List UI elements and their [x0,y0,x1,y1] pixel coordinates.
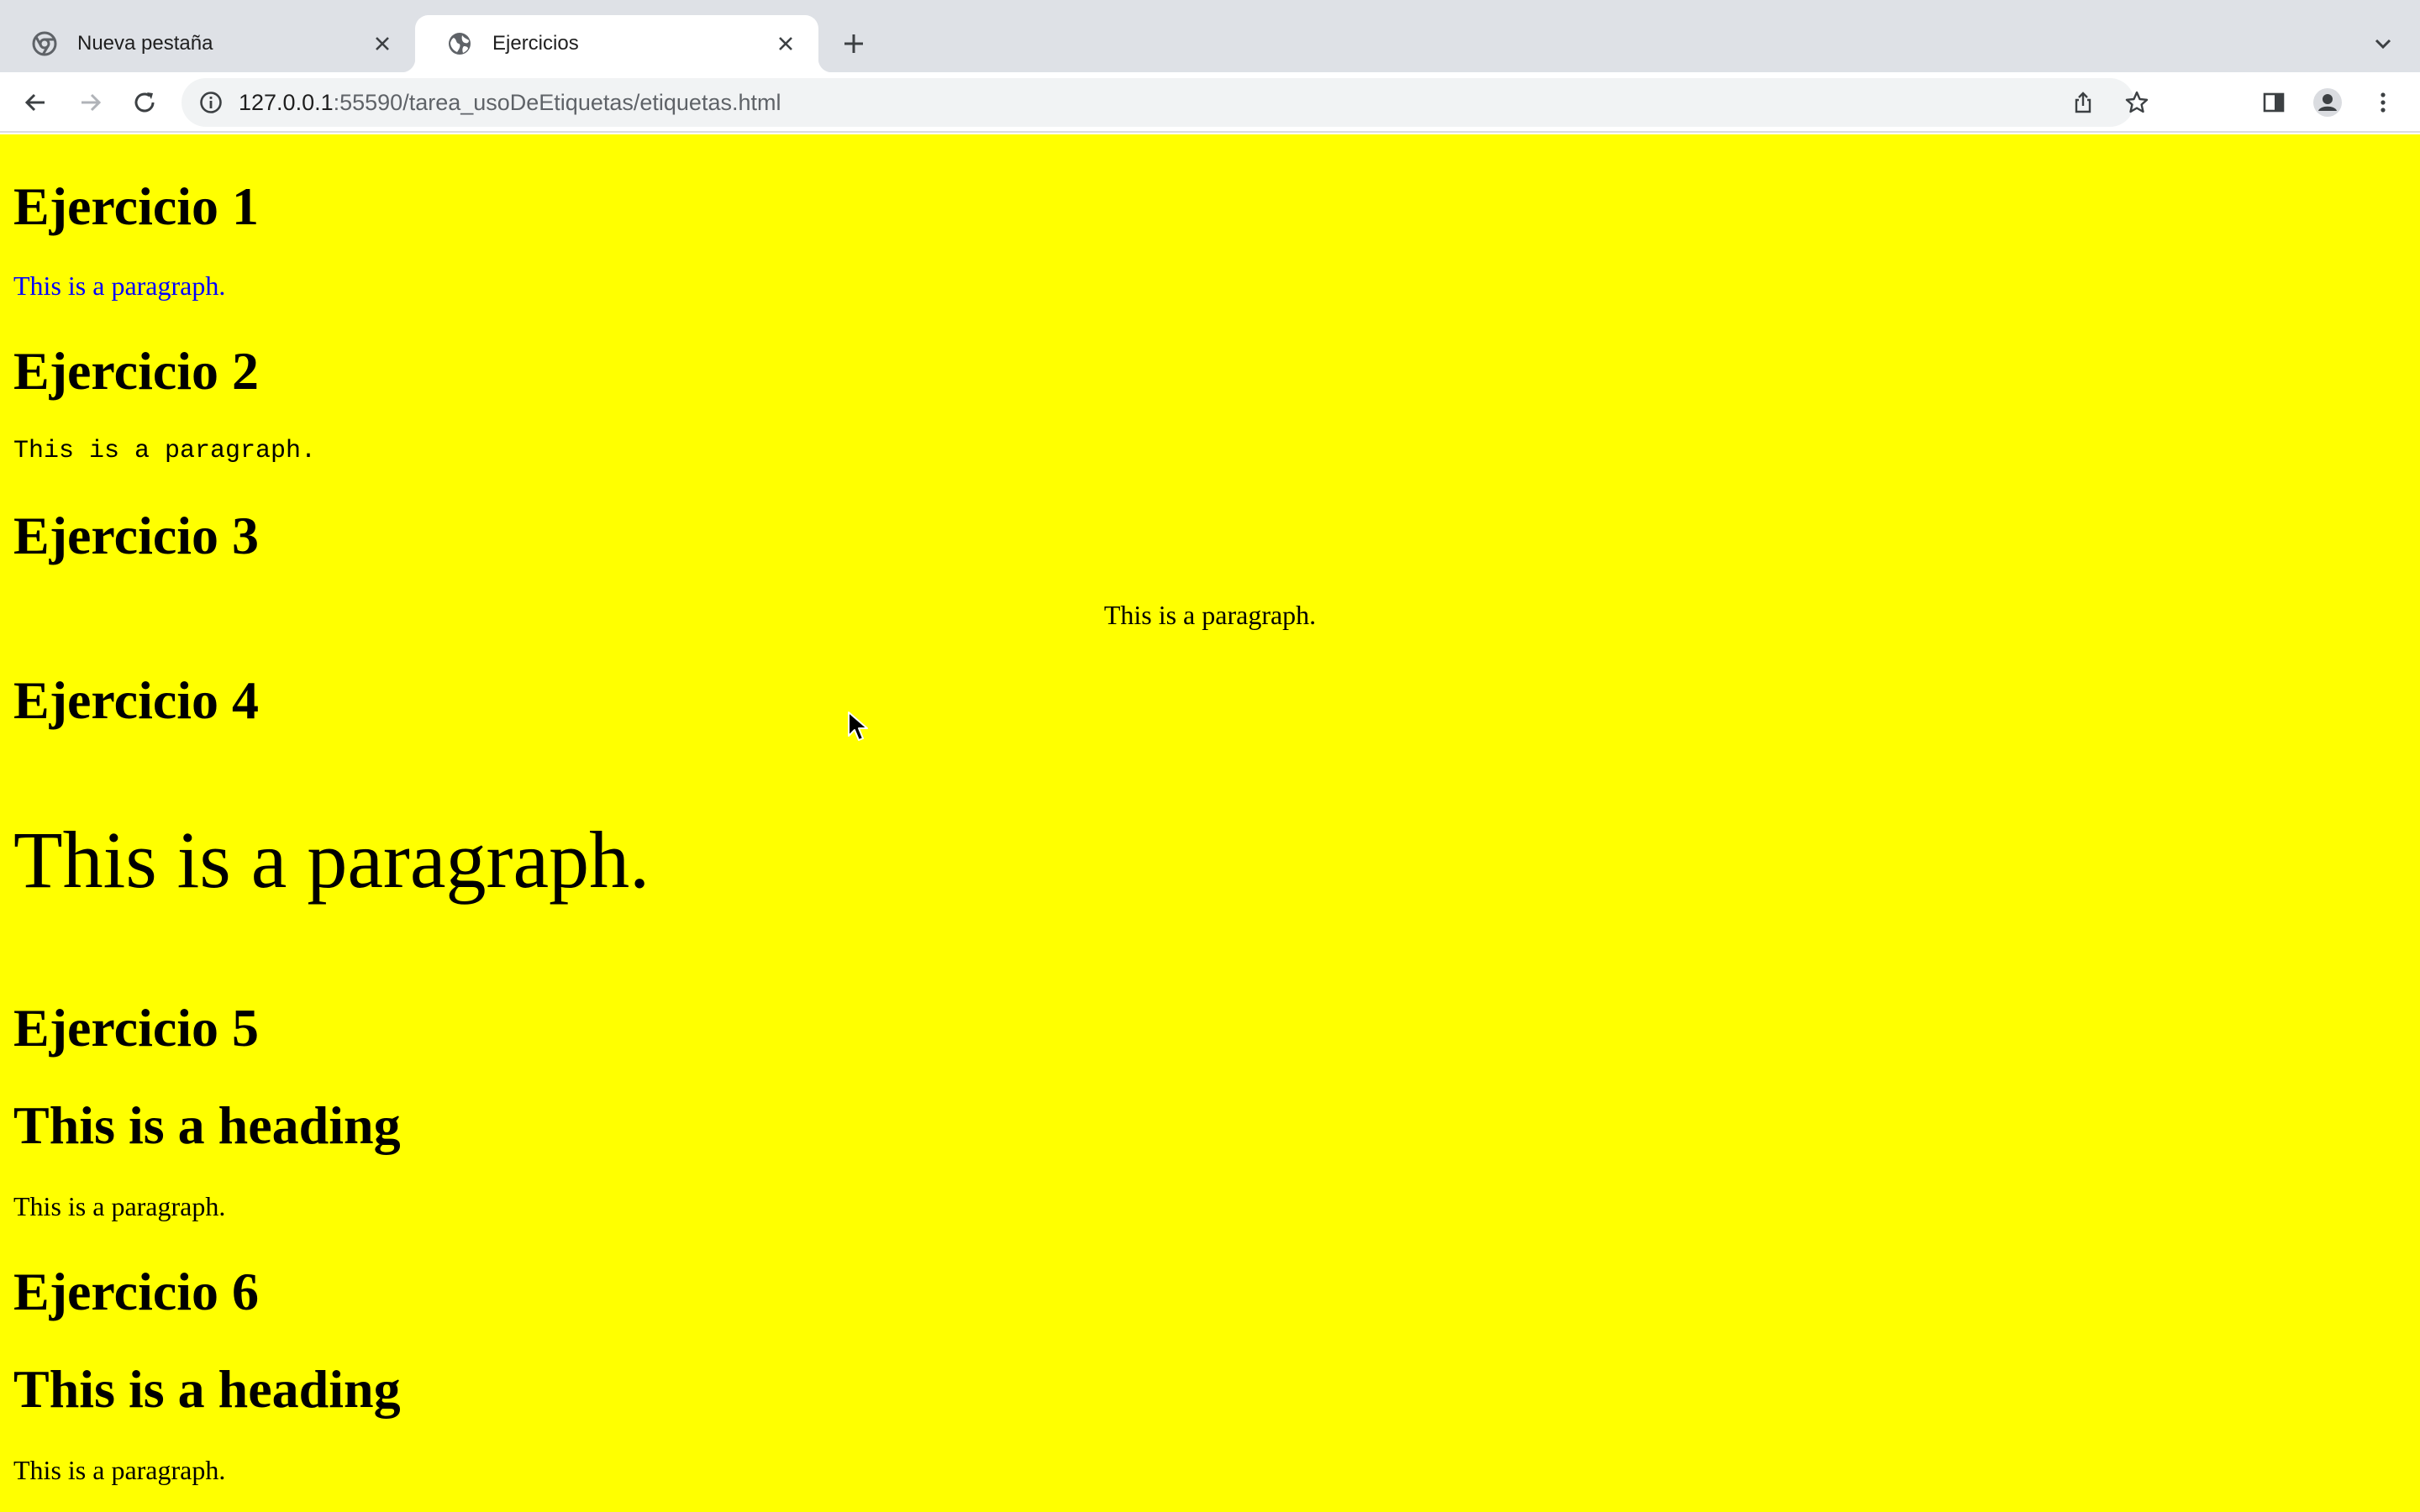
reload-button[interactable] [124,82,165,123]
arrow-right-icon [82,93,102,112]
ejercicio-2-heading: Ejercicio 2 [13,341,260,401]
avatar-icon [2313,88,2342,117]
share-button[interactable] [2064,83,2102,122]
ejercicio-2-paragraph: This is a paragraph. [13,437,317,465]
reload-icon [134,92,155,113]
tab-ejercicios[interactable]: Ejercicios [402,15,832,72]
url-host: 127.0.0.1 [239,90,334,115]
share-icon [2075,92,2091,113]
forward-button[interactable] [71,82,111,123]
kebab-menu-icon [2381,92,2386,113]
tab-title: Ejercicios [492,32,579,55]
close-icon[interactable] [370,31,395,56]
tab-title: Nueva pestaña [77,32,213,55]
chevron-down-icon [2375,39,2391,50]
globe-icon [447,31,472,56]
ejercicio-1-paragraph: This is a paragraph. [13,270,226,301]
menu-button[interactable] [2363,82,2403,123]
tab-strip: Nueva pestaña Ejercicios [0,0,2420,72]
ejercicio-5-heading: Ejercicio 5 [13,998,260,1058]
ejercicio-5-subheading: This is a heading [13,1095,401,1155]
close-icon[interactable] [773,31,798,56]
arrow-left-icon [24,93,45,112]
profile-button[interactable] [2307,82,2348,123]
new-tab-button[interactable] [835,25,872,62]
side-panel-button[interactable] [2254,82,2294,123]
ejercicio-4-paragraph: This is a paragraph. [13,815,650,905]
address-bar[interactable]: 127.0.0.1:55590/tarea_usoDeEtiquetas/eti… [182,78,2149,127]
ejercicio-6-subheading: This is a heading [13,1359,401,1419]
star-icon [2125,91,2149,113]
mouse-cursor-icon [848,711,868,741]
page-content: Ejercicio 1 This is a paragraph. Ejercic… [0,134,2420,1512]
side-panel-icon [2263,92,2285,113]
back-button[interactable] [15,82,55,123]
ejercicio-3-heading: Ejercicio 3 [13,506,260,565]
plus-icon [844,34,863,53]
url-path: :55590/tarea_usoDeEtiquetas/etiquetas.ht… [333,90,781,115]
chrome-icon [32,31,57,56]
browser-toolbar: 127.0.0.1:55590/tarea_usoDeEtiquetas/eti… [0,72,2420,133]
ejercicio-4-heading: Ejercicio 4 [13,670,260,730]
bookmark-button[interactable] [2118,83,2156,122]
ejercicio-5-paragraph: This is a paragraph. [13,1191,226,1221]
ejercicio-1-heading: Ejercicio 1 [13,176,260,236]
ejercicio-6-heading: Ejercicio 6 [13,1262,260,1321]
ejercicio-6-paragraph: This is a paragraph. [13,1455,226,1485]
info-icon[interactable] [198,90,224,115]
tab-nueva-pestana[interactable]: Nueva pestaña [0,15,415,72]
url-text[interactable]: 127.0.0.1:55590/tarea_usoDeEtiquetas/eti… [239,78,781,127]
tab-search-button[interactable] [2365,25,2402,62]
ejercicio-3-paragraph: This is a paragraph. [1103,600,1317,630]
browser-window: Nueva pestaña Ejercicios 127.0.0.1:55590… [0,0,2420,1512]
